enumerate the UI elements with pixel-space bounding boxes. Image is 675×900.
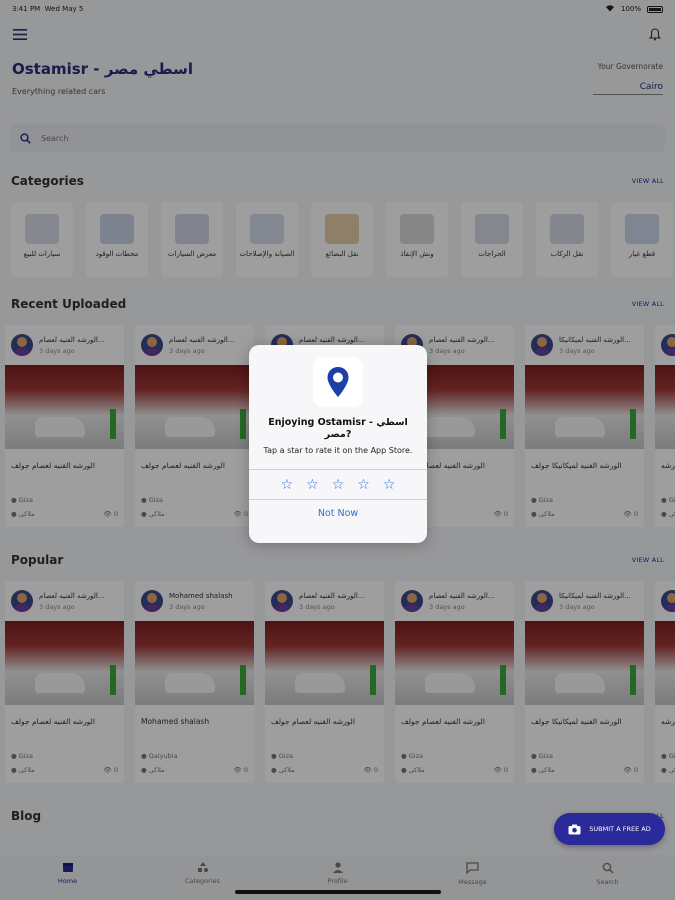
home-indicator bbox=[235, 890, 441, 894]
star-rating: ☆ ☆ ☆ ☆ ☆ bbox=[249, 469, 427, 499]
star-icon[interactable]: ☆ bbox=[306, 477, 319, 499]
submit-ad-button[interactable]: SUBMIT A FREE AD bbox=[554, 813, 665, 845]
location-pin-icon bbox=[327, 367, 349, 397]
dialog-message: Tap a star to rate it on the App Store. bbox=[263, 445, 413, 455]
rating-dialog: Enjoying Ostamisr - اسطي مصر? Tap a star… bbox=[249, 345, 427, 543]
star-icon[interactable]: ☆ bbox=[383, 477, 396, 499]
star-icon[interactable]: ☆ bbox=[281, 477, 294, 499]
camera-icon bbox=[568, 824, 581, 834]
submit-ad-label: SUBMIT A FREE AD bbox=[589, 825, 651, 833]
star-icon[interactable]: ☆ bbox=[332, 477, 345, 499]
app-icon bbox=[313, 357, 363, 407]
dialog-title: Enjoying Ostamisr - اسطي مصر? bbox=[268, 417, 408, 441]
not-now-button[interactable]: Not Now bbox=[249, 499, 427, 527]
star-icon[interactable]: ☆ bbox=[357, 477, 370, 499]
